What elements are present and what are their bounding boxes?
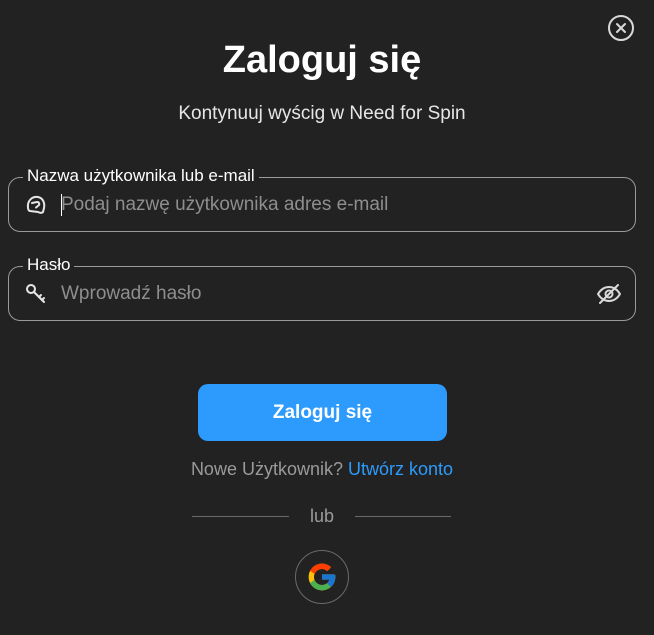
login-dialog: Zaloguj się Kontynuuj wyścig w Need for … (0, 0, 654, 635)
text-caret (61, 194, 62, 216)
signup-prompt: Nowe Użytkownik? (190, 459, 343, 479)
close-icon (616, 23, 626, 33)
login-button[interactable]: Zaloguj się (198, 384, 447, 441)
password-input[interactable] (61, 267, 581, 320)
create-account-link[interactable]: Utwórz konto (348, 459, 453, 479)
google-login-button[interactable] (295, 550, 349, 604)
divider-line-right (355, 516, 451, 517)
helmet-icon (23, 192, 49, 218)
toggle-password-visibility[interactable] (595, 280, 623, 308)
username-field: Nazwa użytkownika lub e-mail (8, 166, 636, 232)
dialog-title: Zaloguj się (222, 39, 422, 81)
password-field: Hasło (8, 255, 636, 321)
divider-text: lub (309, 506, 335, 526)
signup-row: Nowe Użytkownik? Utwórz konto (0, 458, 644, 480)
google-icon (308, 563, 336, 591)
eye-off-icon (597, 284, 621, 304)
dialog-subtitle: Kontynuuj wyścig w Need for Spin (178, 103, 466, 124)
key-icon (23, 281, 49, 307)
username-input[interactable] (61, 178, 581, 231)
